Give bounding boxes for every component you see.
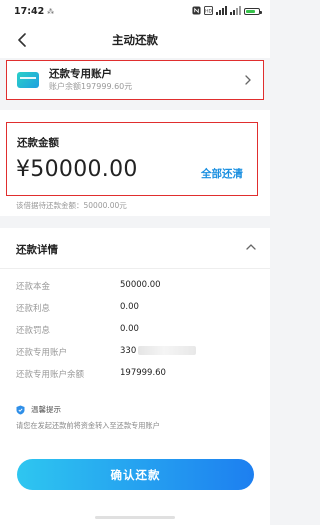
detail-row-account: 还款专用账户 330	[16, 346, 197, 360]
detail-row-account-balance: 还款专用账户余额 197999.60	[16, 368, 166, 380]
shield-icon	[16, 405, 25, 415]
detail-row-principal: 还款本金 50000.00	[16, 280, 161, 292]
divider	[0, 268, 270, 269]
account-title: 还款专用账户	[49, 68, 112, 80]
svg-text:HD: HD	[205, 8, 212, 14]
repayment-account-selector[interactable]: 还款专用账户 账户余额197999.60元	[6, 60, 264, 100]
detail-title: 还款详情	[16, 244, 58, 256]
page-title: 主动还款	[112, 33, 158, 47]
hd-icon: HD	[204, 5, 213, 17]
tip-title: 温馨提示	[16, 404, 61, 415]
nav-bar: 主动还款	[0, 22, 270, 58]
home-indicator	[95, 516, 175, 519]
masked-redaction	[138, 346, 197, 355]
amount-value[interactable]: ¥50000.00	[16, 157, 138, 182]
back-arrow-icon[interactable]	[12, 30, 32, 50]
account-info: 还款专用账户 账户余额197999.60元	[49, 68, 243, 92]
chevron-right-icon	[243, 73, 253, 87]
pay-all-button[interactable]: 全部还清	[201, 166, 243, 181]
nfc-icon	[192, 5, 201, 17]
amount-note: 该借据待还款金额：50000.00元	[16, 201, 127, 210]
detail-section: 还款详情 还款本金 50000.00 还款利息 0.00 还款罚息 0.00 还…	[0, 228, 270, 525]
account-balance: 账户余额197999.60元	[49, 82, 133, 91]
account-number: 330	[120, 346, 197, 360]
battery-icon	[244, 7, 262, 15]
card-icon	[17, 72, 39, 88]
status-icons: HD	[192, 5, 262, 17]
signal-icon-2	[230, 5, 241, 17]
detail-row-interest: 还款利息 0.00	[16, 302, 139, 314]
detail-row-penalty: 还款罚息 0.00	[16, 324, 139, 336]
status-time: 17:42 ⁂	[14, 5, 55, 17]
confirm-repay-button[interactable]: 确认还款	[17, 459, 254, 490]
status-bar: 17:42 ⁂ HD	[0, 0, 270, 22]
amount-box: 还款金额 ¥50000.00 全部还清	[6, 122, 258, 196]
amount-label: 还款金额	[17, 137, 59, 149]
signal-icon-1	[216, 5, 227, 17]
chevron-up-icon[interactable]	[244, 240, 258, 254]
tip-text: 请您在发起还款前将资金转入至还款专用账户	[16, 421, 160, 430]
